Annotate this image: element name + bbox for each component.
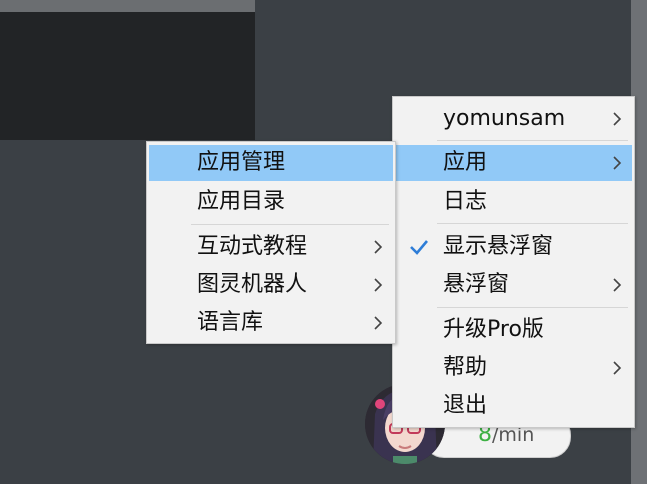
- menu-item-show-float[interactable]: 显示悬浮窗: [395, 229, 632, 265]
- menu-separator: [191, 224, 389, 225]
- menu-item-log[interactable]: 日志: [395, 184, 632, 220]
- menu-item-account[interactable]: yomunsam: [395, 101, 632, 137]
- chevron-right-icon: [613, 112, 622, 126]
- submenu-item-tutorial[interactable]: 互动式教程: [149, 229, 393, 265]
- menu-item-exit[interactable]: 退出: [395, 388, 632, 424]
- chevron-right-icon: [374, 316, 383, 330]
- submenu-item-tutorial-label: 互动式教程: [197, 234, 308, 259]
- submenu-item-language-lib[interactable]: 语言库: [149, 305, 393, 341]
- menu-item-apps[interactable]: 应用: [395, 145, 632, 181]
- menu-item-apps-label: 应用: [443, 150, 488, 175]
- menu-item-help[interactable]: 帮助: [395, 350, 632, 386]
- menu-item-account-label: yomunsam: [443, 106, 566, 131]
- submenu-item-app-catalog[interactable]: 应用目录: [149, 184, 393, 220]
- background-window-panel: [0, 12, 255, 140]
- menu-item-upgrade[interactable]: 升级Pro版: [395, 312, 632, 348]
- chevron-right-icon: [374, 240, 383, 254]
- menu-item-show-float-label: 显示悬浮窗: [443, 234, 554, 259]
- menu-item-log-label: 日志: [443, 189, 488, 214]
- menu-item-upgrade-label: 升级Pro版: [443, 317, 544, 342]
- menu-separator: [437, 307, 628, 308]
- apps-submenu: 应用管理 应用目录 互动式教程 图灵机器人 语言库: [146, 141, 396, 344]
- menu-item-help-label: 帮助: [443, 355, 488, 380]
- submenu-item-turing-robot-label: 图灵机器人: [197, 272, 308, 297]
- submenu-item-language-lib-label: 语言库: [197, 310, 264, 335]
- menu-item-float-label: 悬浮窗: [443, 272, 510, 297]
- menu-separator: [437, 140, 628, 141]
- main-context-menu: yomunsam 应用 日志 显示悬浮窗 悬浮窗 升级Pro版 帮助 退出: [392, 96, 635, 428]
- menu-item-float[interactable]: 悬浮窗: [395, 267, 632, 303]
- chevron-right-icon: [613, 361, 622, 375]
- submenu-item-app-catalog-label: 应用目录: [197, 189, 286, 214]
- submenu-item-turing-robot[interactable]: 图灵机器人: [149, 267, 393, 303]
- window-top-strip: [0, 0, 255, 12]
- chevron-right-icon: [374, 278, 383, 292]
- submenu-item-app-manage[interactable]: 应用管理: [149, 145, 393, 181]
- submenu-item-app-manage-label: 应用管理: [197, 150, 286, 175]
- chevron-right-icon: [613, 156, 622, 170]
- menu-item-exit-label: 退出: [443, 393, 488, 418]
- menu-separator: [437, 223, 628, 224]
- chevron-right-icon: [613, 278, 622, 292]
- check-icon: [410, 240, 428, 255]
